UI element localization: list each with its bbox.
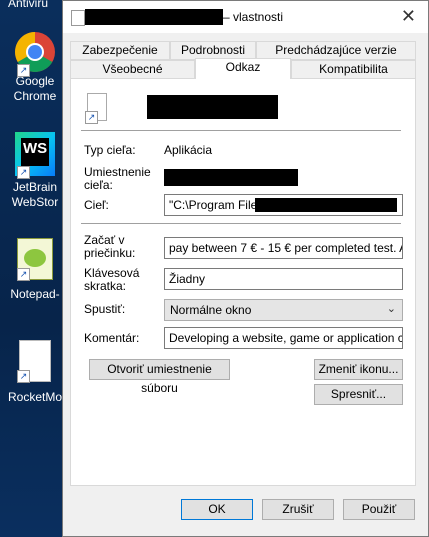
comment-input[interactable]: Developing a website, game or applicatio… xyxy=(164,327,403,349)
cancel-button[interactable]: Zrušiť xyxy=(262,499,334,520)
desktop-item-chrome[interactable]: ↗ Google Chrome xyxy=(0,30,70,104)
run-select[interactable]: Normálne okno ⌄ xyxy=(164,299,403,321)
ok-button[interactable]: OK xyxy=(181,499,253,520)
redacted-shortcut-name xyxy=(147,95,278,119)
document-icon xyxy=(71,10,85,26)
shortcut-key-label-line2: skratka: xyxy=(84,279,127,293)
apply-button[interactable]: Použiť xyxy=(343,499,415,520)
run-label: Spustiť: xyxy=(84,302,126,316)
close-icon[interactable]: ✕ xyxy=(401,6,416,27)
tab-kompatibilita[interactable]: Kompatibilita xyxy=(291,60,416,79)
webstorm-icon-text: WS xyxy=(21,138,49,166)
change-icon-button[interactable]: Zmeniť ikonu... xyxy=(314,359,403,380)
type-label: Typ cieľa: xyxy=(84,143,136,157)
desktop-item-notepadpp[interactable]: ↗ Notepad- xyxy=(0,238,70,302)
properties-window: – vlastnosti ✕ Zabezpečenie Podrobnosti … xyxy=(62,0,429,537)
tab-vseobecne[interactable]: Všeobecné xyxy=(70,60,195,79)
start-in-label-line2: priečinku: xyxy=(84,246,136,260)
shortcut-arrow-icon: ↗ xyxy=(17,370,30,383)
target-label: Cieľ: xyxy=(84,198,109,212)
shortcut-arrow-icon: ↗ xyxy=(17,64,30,77)
redacted-location-value xyxy=(164,169,298,186)
tab-zabezpecenie[interactable]: Zabezpečenie xyxy=(70,41,170,60)
title-bar[interactable]: – vlastnosti ✕ xyxy=(63,1,428,33)
desktop-item-rocketmo[interactable]: ↗ RocketMo xyxy=(0,340,70,405)
desktop-item-label: Google xyxy=(15,74,55,88)
desktop-item-label: WebStor xyxy=(11,195,59,209)
comment-label: Komentár: xyxy=(84,331,140,345)
desktop-item-antivirus-label: Antiviru xyxy=(8,0,49,10)
desktop-item-label: Notepad- xyxy=(10,287,60,301)
separator xyxy=(81,130,401,131)
advanced-button[interactable]: Spresniť... xyxy=(314,384,403,405)
shortcut-tab-panel: ↗ Typ cieľa: Aplikácia Umiestnenie cieľa… xyxy=(70,78,416,486)
run-select-value: Normálne okno xyxy=(170,303,252,317)
shortcut-arrow-icon: ↗ xyxy=(17,166,30,179)
chevron-down-icon: ⌄ xyxy=(386,303,396,315)
window-title: – vlastnosti xyxy=(223,10,284,24)
shortcut-key-input[interactable]: Žiadny xyxy=(164,268,403,290)
desktop-item-label: JetBrain xyxy=(12,180,58,194)
separator xyxy=(81,223,401,224)
desktop-item-webstorm[interactable]: WS ↗ JetBrain WebStor xyxy=(0,132,70,210)
start-in-input[interactable]: pay between 7 € - 15 € per completed tes… xyxy=(164,237,403,259)
tab-odkaz[interactable]: Odkaz xyxy=(195,58,291,79)
shortcut-arrow-icon: ↗ xyxy=(17,268,30,281)
redacted-filename xyxy=(85,9,223,25)
target-input[interactable]: "C:\Program Files\ xyxy=(164,194,403,216)
desktop-item-label: RocketMo xyxy=(7,390,63,404)
type-value: Aplikácia xyxy=(164,143,213,157)
location-label-line2: cieľa: xyxy=(84,178,113,192)
open-file-location-button[interactable]: Otvoriť umiestnenie súboru xyxy=(89,359,230,395)
redacted-target-path xyxy=(255,198,397,212)
target-input-text: "C:\Program Files\ xyxy=(169,198,267,212)
shortcut-arrow-icon: ↗ xyxy=(85,111,98,124)
desktop: Antiviru ↗ Google Chrome WS ↗ JetBrain W… xyxy=(0,0,70,537)
desktop-item-label: Chrome xyxy=(13,89,57,103)
